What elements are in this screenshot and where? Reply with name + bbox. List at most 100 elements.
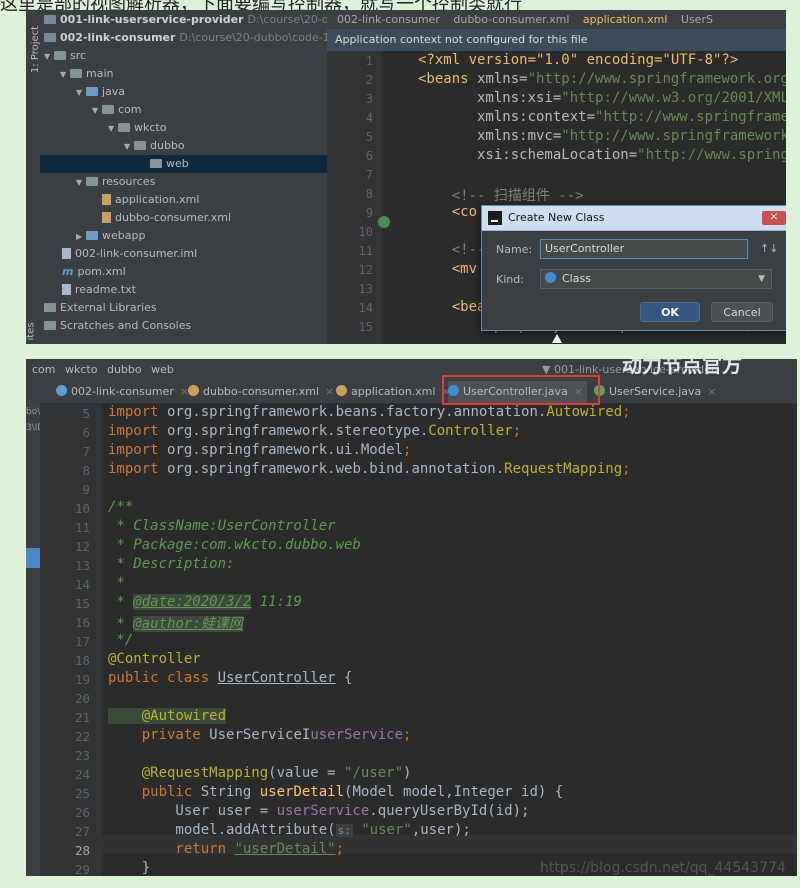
tab-dubbo-consumer-xml[interactable]: dubbo-consumer.xml bbox=[453, 13, 569, 26]
expand-arrow-icon[interactable]: ▼ bbox=[44, 48, 54, 66]
expand-arrow-icon[interactable]: ▼ bbox=[76, 84, 86, 102]
dialog-titlebar[interactable]: Create New Class ✕ bbox=[482, 206, 786, 231]
tree-item-com[interactable]: ▼ com bbox=[92, 101, 327, 119]
code-line[interactable]: * @date:2020/3/2 11:19 bbox=[108, 594, 302, 610]
tab-userservice-java[interactable]: UserService.java × bbox=[594, 381, 717, 403]
code-line[interactable]: public class UserController { bbox=[108, 670, 352, 686]
tree-item-scratches[interactable]: Scratches and Consoles bbox=[44, 317, 327, 335]
tree-item-provider[interactable]: 001-link-userservice-provider D:\course\2… bbox=[44, 11, 327, 29]
tree-item-iml[interactable]: 002-link-consumer.iml bbox=[62, 245, 327, 263]
tree-item-dubbo[interactable]: ▼ dubbo bbox=[124, 137, 327, 155]
ok-button[interactable]: OK bbox=[640, 302, 700, 322]
project-tool-strip[interactable]: 1: Project ites bbox=[26, 10, 41, 344]
breadcrumb-com[interactable]: com bbox=[32, 363, 56, 376]
code-line[interactable]: <bea bbox=[418, 299, 486, 315]
tree-item-wkcto[interactable]: ▼ wkcto bbox=[108, 119, 327, 137]
code-line[interactable]: <co bbox=[418, 204, 477, 220]
close-icon[interactable]: × bbox=[325, 385, 334, 398]
string-literal: "userDetail" bbox=[234, 841, 336, 857]
tab-application-xml[interactable]: application.xml bbox=[583, 13, 667, 26]
code-line[interactable]: * Description: bbox=[108, 556, 234, 572]
banner-text: Application context not configured for t… bbox=[335, 33, 588, 46]
code-line[interactable]: <!-- 扫描组件 --> bbox=[418, 185, 584, 205]
code-line[interactable]: * ClassName:UserController bbox=[108, 518, 335, 534]
tree-item-src[interactable]: ▼ src bbox=[44, 47, 327, 65]
tab-dubbo-consumer-xml[interactable]: dubbo-consumer.xml × bbox=[188, 381, 334, 403]
import-class: Model bbox=[360, 442, 404, 458]
code-line[interactable]: xmlns:context="http://www.springframewo bbox=[418, 109, 786, 125]
tab-userservice[interactable]: UserS bbox=[681, 13, 713, 26]
tree-item-external-libraries[interactable]: External Libraries bbox=[44, 299, 327, 317]
code-line[interactable]: * Package:com.wkcto.dubbo.web bbox=[108, 537, 360, 553]
code-text: org.springframework.web.bind.annotation. bbox=[158, 461, 505, 477]
code-line[interactable]: import org.springframework.web.bind.anno… bbox=[108, 461, 631, 477]
code-text: org.springframework.stereotype. bbox=[158, 423, 429, 439]
code-line[interactable]: return "userDetail"; bbox=[108, 841, 344, 857]
tab-002-link-consumer[interactable]: 002-link-consumer bbox=[337, 13, 440, 26]
breadcrumb-dubbo[interactable]: dubbo bbox=[107, 363, 142, 376]
line-number: 23 bbox=[74, 748, 90, 763]
code-line[interactable]: <mv bbox=[418, 261, 477, 277]
class-name-input[interactable]: UserController bbox=[540, 239, 748, 259]
tree-item-resources[interactable]: ▼ resources bbox=[76, 173, 327, 191]
code-line[interactable]: @Controller bbox=[108, 651, 201, 667]
code-line[interactable]: import org.springframework.beans.factory… bbox=[108, 404, 631, 420]
code-line[interactable]: * bbox=[108, 575, 124, 591]
code-line[interactable]: @Autowired bbox=[108, 708, 227, 724]
expand-arrow-icon[interactable]: ▼ bbox=[60, 66, 70, 84]
code-line[interactable]: import org.springframework.ui.Model; bbox=[108, 442, 411, 458]
keyword: public bbox=[108, 784, 201, 800]
tree-item-webapp[interactable]: ▶ webapp bbox=[76, 227, 327, 245]
xml-decl: <?xml version="1.0" encoding="UTF-8"?> bbox=[418, 52, 739, 68]
code-line[interactable]: import org.springframework.stereotype.Co… bbox=[108, 423, 521, 439]
code-line[interactable]: xmlns:xsi="http://www.w3.org/2001/XMLSc bbox=[418, 90, 786, 106]
xml-file-icon bbox=[102, 194, 111, 205]
kind-select[interactable]: Class ▼ bbox=[540, 269, 772, 289]
tree-item-readme[interactable]: readme.txt bbox=[62, 281, 327, 299]
expand-arrow-icon[interactable]: ▼ bbox=[108, 120, 118, 138]
code-text: .queryUserById(id); bbox=[369, 803, 530, 819]
code-text: ; bbox=[622, 404, 631, 420]
breadcrumb-web[interactable]: web bbox=[151, 363, 174, 376]
spring-bean-gutter-icon[interactable] bbox=[378, 216, 390, 228]
code-line[interactable]: /** bbox=[108, 499, 133, 515]
tab-application-xml[interactable]: application.xml × bbox=[336, 381, 451, 403]
code-line[interactable]: */ bbox=[108, 632, 133, 648]
breadcrumb-wkcto[interactable]: wkcto bbox=[65, 363, 97, 376]
code-line[interactable]: } bbox=[108, 860, 150, 876]
code-line[interactable]: User user = userService.queryUserById(id… bbox=[108, 803, 529, 819]
code-line[interactable]: xmlns:mvc="http://www.springframework.o bbox=[418, 128, 786, 144]
code-line[interactable]: <beans xmlns="http://www.springframework… bbox=[418, 71, 786, 87]
dialog-title: Create New Class bbox=[508, 211, 605, 224]
code-line[interactable]: model.addAttribute(s: "user",user); bbox=[108, 822, 470, 838]
code-line[interactable]: <?xml version="1.0" encoding="UTF-8"?> bbox=[418, 52, 738, 68]
tab-002-link-consumer[interactable]: 002-link-consumer × bbox=[56, 381, 189, 403]
tree-item-dubbo-consumer-xml[interactable]: dubbo-consumer.xml bbox=[102, 209, 327, 227]
code-line[interactable]: xsi:schemaLocation="http://www.springfr bbox=[418, 147, 786, 163]
line-number: 12 bbox=[74, 539, 90, 554]
tree-item-web[interactable]: web bbox=[40, 155, 327, 173]
expand-arrow-icon[interactable]: ▼ bbox=[92, 102, 102, 120]
tree-item-application-xml[interactable]: application.xml bbox=[102, 191, 327, 209]
code-line[interactable]: public String userDetail(Model model,Int… bbox=[108, 784, 563, 800]
favorites-tool-label[interactable]: ites bbox=[26, 322, 37, 340]
maven-icon bbox=[56, 385, 67, 396]
code-line[interactable]: <!-- bbox=[418, 242, 486, 258]
code-text: * bbox=[108, 594, 134, 610]
tree-item-consumer[interactable]: 002-link-consumer D:\course\20-dubbo\code… bbox=[44, 29, 327, 47]
cancel-button[interactable]: Cancel bbox=[711, 302, 773, 322]
chevron-down-icon[interactable]: ▼ bbox=[758, 270, 765, 288]
sort-icon[interactable]: ↑↓ bbox=[760, 242, 778, 255]
tree-item-pom[interactable]: m pom.xml bbox=[62, 263, 327, 281]
code-line[interactable]: private UserServiceIuserService; bbox=[108, 727, 412, 743]
expand-arrow-icon[interactable]: ▼ bbox=[76, 174, 86, 192]
close-icon[interactable]: × bbox=[707, 385, 716, 398]
tree-item-main[interactable]: ▼ main bbox=[60, 65, 327, 83]
collapse-arrow-icon[interactable]: ▶ bbox=[76, 228, 86, 246]
expand-arrow-icon[interactable]: ▼ bbox=[124, 138, 134, 156]
xml-attr: xsi:schemaLocation= bbox=[418, 147, 638, 163]
code-line[interactable]: @RequestMapping(value = "/user") bbox=[108, 765, 412, 781]
close-button[interactable]: ✕ bbox=[762, 211, 786, 225]
tree-item-java[interactable]: ▼ java bbox=[76, 83, 327, 101]
code-line[interactable]: * @author:蛙课网 bbox=[108, 613, 243, 633]
